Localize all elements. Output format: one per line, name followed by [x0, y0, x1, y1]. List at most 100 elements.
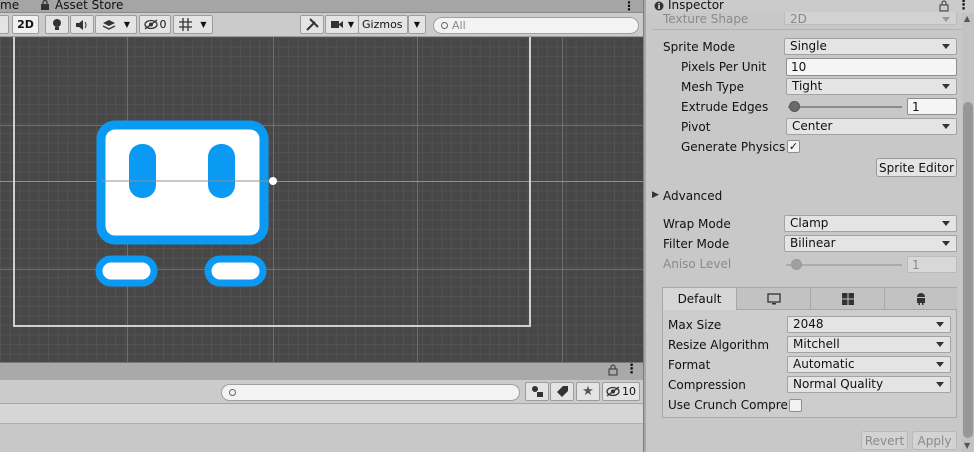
filter-mode-label: Filter Mode [663, 237, 730, 251]
generate-physics-checkbox[interactable]: ✓ [787, 140, 800, 153]
extrude-edges-field[interactable]: 1 [907, 98, 957, 115]
compression-label: Compression [668, 378, 746, 392]
bottom-search-input[interactable] [221, 384, 520, 401]
audio-toggle[interactable] [70, 15, 94, 34]
pixels-per-unit-field[interactable]: 10 [786, 58, 957, 76]
scene-search-input[interactable]: All [433, 17, 639, 34]
lock-icon [40, 0, 50, 10]
grid-icon [179, 18, 193, 31]
camera-icon [330, 21, 343, 28]
bottom-list-row[interactable] [0, 404, 643, 424]
extrude-edges-slider-track[interactable] [788, 106, 902, 108]
star-icon: ★ [582, 384, 594, 399]
use-crunch-label: Use Crunch Compres [668, 398, 788, 412]
tools-icon [305, 18, 319, 31]
mesh-type-dropdown[interactable]: Tight [786, 78, 957, 95]
max-size-label: Max Size [668, 318, 722, 332]
scroll-up-icon[interactable]: ▲ [964, 14, 970, 23]
lightbulb-icon [53, 19, 61, 30]
pivot-dropdown[interactable]: Center [786, 118, 957, 135]
resize-algorithm-dropdown[interactable]: Mitchell [787, 336, 951, 353]
tab-standalone[interactable] [737, 288, 811, 310]
wrap-mode-dropdown[interactable]: Clamp [784, 215, 957, 232]
aniso-level-label: Aniso Level [663, 257, 732, 271]
lock-icon[interactable] [608, 364, 618, 379]
resize-algorithm-label: Resize Algorithm [668, 338, 770, 352]
generate-physics-label: Generate Physics S [681, 140, 785, 154]
shapes-icon [531, 386, 543, 397]
favorites-button[interactable]: ★ [576, 382, 600, 401]
windows-icon [841, 292, 854, 305]
kebab-menu-icon[interactable]: ⋮ [625, 362, 638, 377]
monitor-icon [766, 292, 781, 304]
bottom-toolbar: ★ 10 [0, 380, 643, 404]
inspector-title[interactable]: Inspector [668, 0, 724, 12]
hidden-count: 0 [159, 18, 167, 31]
bottom-visibility-toggle[interactable]: 10 [602, 382, 640, 401]
robot-sprite[interactable] [0, 37, 643, 362]
scroll-down-icon[interactable]: ▼ [964, 441, 970, 450]
format-label: Format [668, 358, 711, 372]
mesh-type-label: Mesh Type [681, 80, 744, 94]
inspector-scrollbar-thumb[interactable] [963, 102, 973, 438]
lighting-toggle[interactable] [45, 15, 69, 34]
use-crunch-checkbox[interactable] [789, 399, 802, 412]
top-tab-strip: me Asset Store ⋮ [0, 0, 643, 13]
hidden-count: 10 [622, 385, 636, 398]
mode-2d-toggle[interactable]: 2D [12, 15, 39, 34]
aniso-level-slider-knob[interactable] [791, 259, 802, 270]
chevron-down-icon: ▼ [347, 20, 355, 29]
tab-windows-store[interactable] [811, 288, 885, 310]
foldout-arrow-icon[interactable]: ▶ [652, 190, 659, 200]
extrude-edges-label: Extrude Edges [681, 100, 769, 114]
revert-button[interactable]: Revert [861, 431, 908, 450]
filter-mode-dropdown[interactable]: Bilinear [784, 235, 957, 252]
chevron-down-icon: ▼ [200, 20, 207, 29]
sprite-mode-label: Sprite Mode [663, 40, 736, 54]
wrap-mode-label: Wrap Mode [663, 217, 731, 231]
gizmos-button[interactable]: Gizmos [358, 15, 408, 34]
apply-button[interactable]: Apply [912, 431, 957, 450]
chevron-down-icon: ▼ [413, 20, 421, 29]
texture-shape-dropdown[interactable]: 2D [784, 12, 957, 25]
scene-view[interactable] [0, 37, 643, 362]
tab-default[interactable]: Default [663, 288, 737, 310]
android-icon [917, 293, 925, 305]
kebab-menu-icon[interactable]: ⋮ [623, 0, 635, 13]
tag-icon [556, 386, 568, 397]
chevron-down-icon: ▼ [123, 20, 131, 29]
filter-by-type-button[interactable] [525, 382, 549, 401]
sprite-mode-dropdown[interactable]: Single [784, 38, 957, 55]
max-size-dropdown[interactable]: 2048 [787, 316, 951, 333]
eye-slash-icon [143, 19, 158, 30]
scene-toolbar: 2D ▼ 0 ▼ ▼ Gizmos ▼ All [0, 13, 643, 37]
scene-visibility-toggle[interactable]: 0 [139, 15, 171, 34]
compression-dropdown[interactable]: Normal Quality [787, 376, 951, 393]
format-dropdown[interactable]: Automatic [787, 356, 951, 373]
bottom-panel-header: ⋮ [0, 362, 643, 380]
camera-dropdown[interactable]: ▼ [325, 15, 359, 34]
partial-tab-label[interactable]: me [0, 0, 19, 12]
toolbar-edge-button[interactable] [0, 15, 9, 34]
pixels-per-unit-label: Pixels Per Unit [681, 60, 767, 74]
filter-by-label-button[interactable] [550, 382, 574, 401]
advanced-foldout[interactable]: Advanced [663, 189, 722, 203]
section-separator [652, 29, 962, 30]
speaker-icon [76, 19, 87, 30]
effects-dropdown[interactable]: ▼ [95, 15, 137, 34]
bottom-list-area[interactable] [0, 424, 643, 452]
grid-snapping-dropdown[interactable]: ▼ [173, 15, 213, 34]
aniso-level-field[interactable]: 1 [907, 256, 957, 273]
kebab-menu-icon[interactable]: ⋮ [957, 0, 970, 13]
texture-shape-label: Texture Shape [663, 12, 749, 26]
pivot-label: Pivot [681, 120, 711, 134]
aniso-level-slider-track[interactable] [786, 264, 902, 266]
gizmos-dropdown[interactable]: ▼ [408, 15, 426, 34]
asset-store-tab[interactable]: Asset Store [55, 0, 123, 12]
eye-slash-icon [606, 386, 620, 397]
layers-icon [102, 19, 116, 30]
tools-button[interactable] [300, 15, 324, 34]
extrude-edges-slider-knob[interactable] [789, 101, 800, 112]
sprite-editor-button[interactable]: Sprite Editor [876, 158, 957, 177]
tab-android[interactable] [885, 288, 957, 310]
